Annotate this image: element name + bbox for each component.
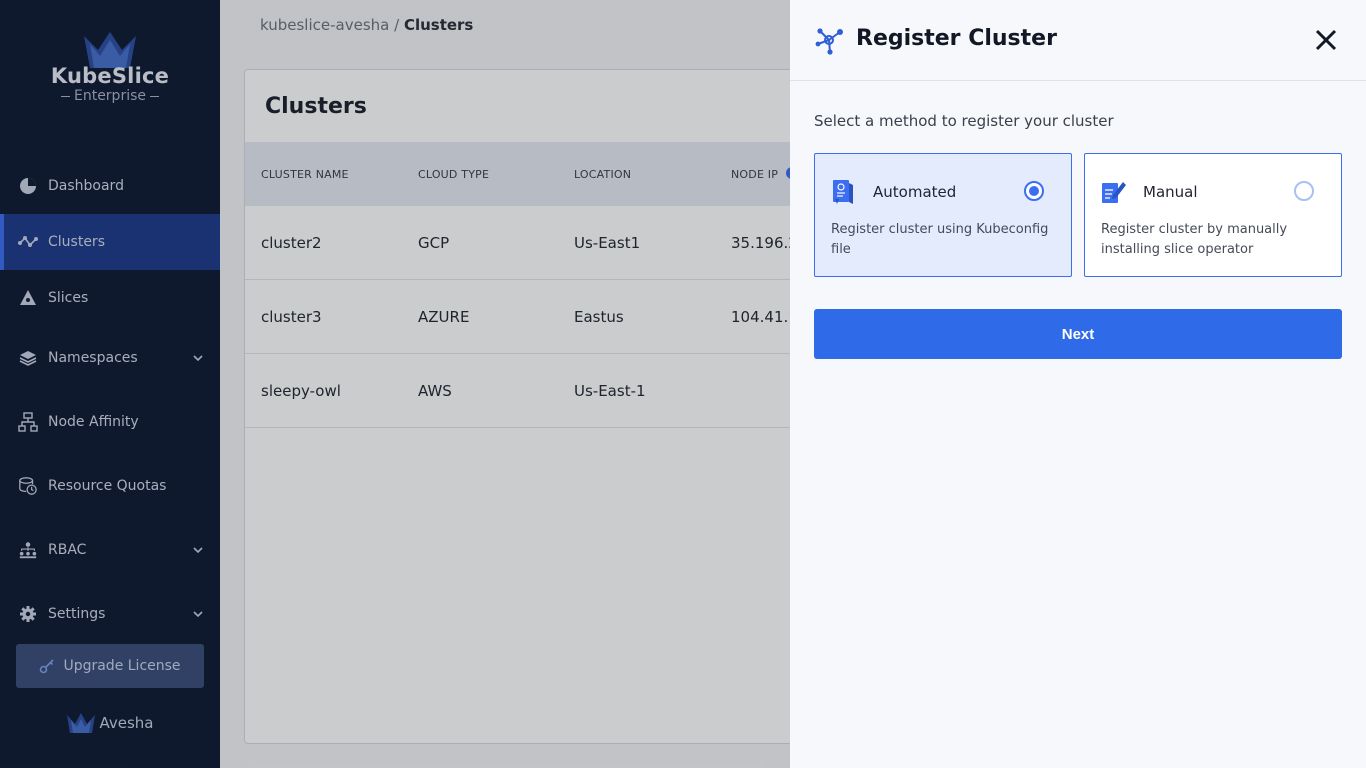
- option-automated-title: Automated: [873, 183, 957, 201]
- option-manual-description: Register cluster by manually installing …: [1101, 222, 1288, 257]
- option-manual-title: Manual: [1143, 183, 1198, 201]
- cluster-nodes-icon: [815, 28, 843, 55]
- option-automated[interactable]: Automated Register cluster using Kubecon…: [814, 153, 1072, 277]
- modal-backdrop[interactable]: [0, 0, 790, 768]
- radio-automated[interactable]: [1024, 181, 1044, 201]
- next-button[interactable]: Next: [814, 309, 1342, 359]
- option-manual[interactable]: Manual Register cluster by manually inst…: [1084, 153, 1342, 277]
- method-prompt: Select a method to register your cluster: [814, 112, 1114, 130]
- kubeconfig-file-icon: [833, 180, 853, 204]
- radio-manual[interactable]: [1294, 181, 1314, 201]
- drawer-title: Register Cluster: [856, 26, 1057, 51]
- edit-document-icon: [1102, 182, 1126, 203]
- register-cluster-drawer: Register Cluster Select a method to regi…: [790, 0, 1366, 768]
- option-automated-description: Register cluster using Kubeconfig file: [831, 222, 1049, 257]
- drawer-header: Register Cluster: [790, 0, 1366, 81]
- close-icon[interactable]: [1314, 28, 1338, 52]
